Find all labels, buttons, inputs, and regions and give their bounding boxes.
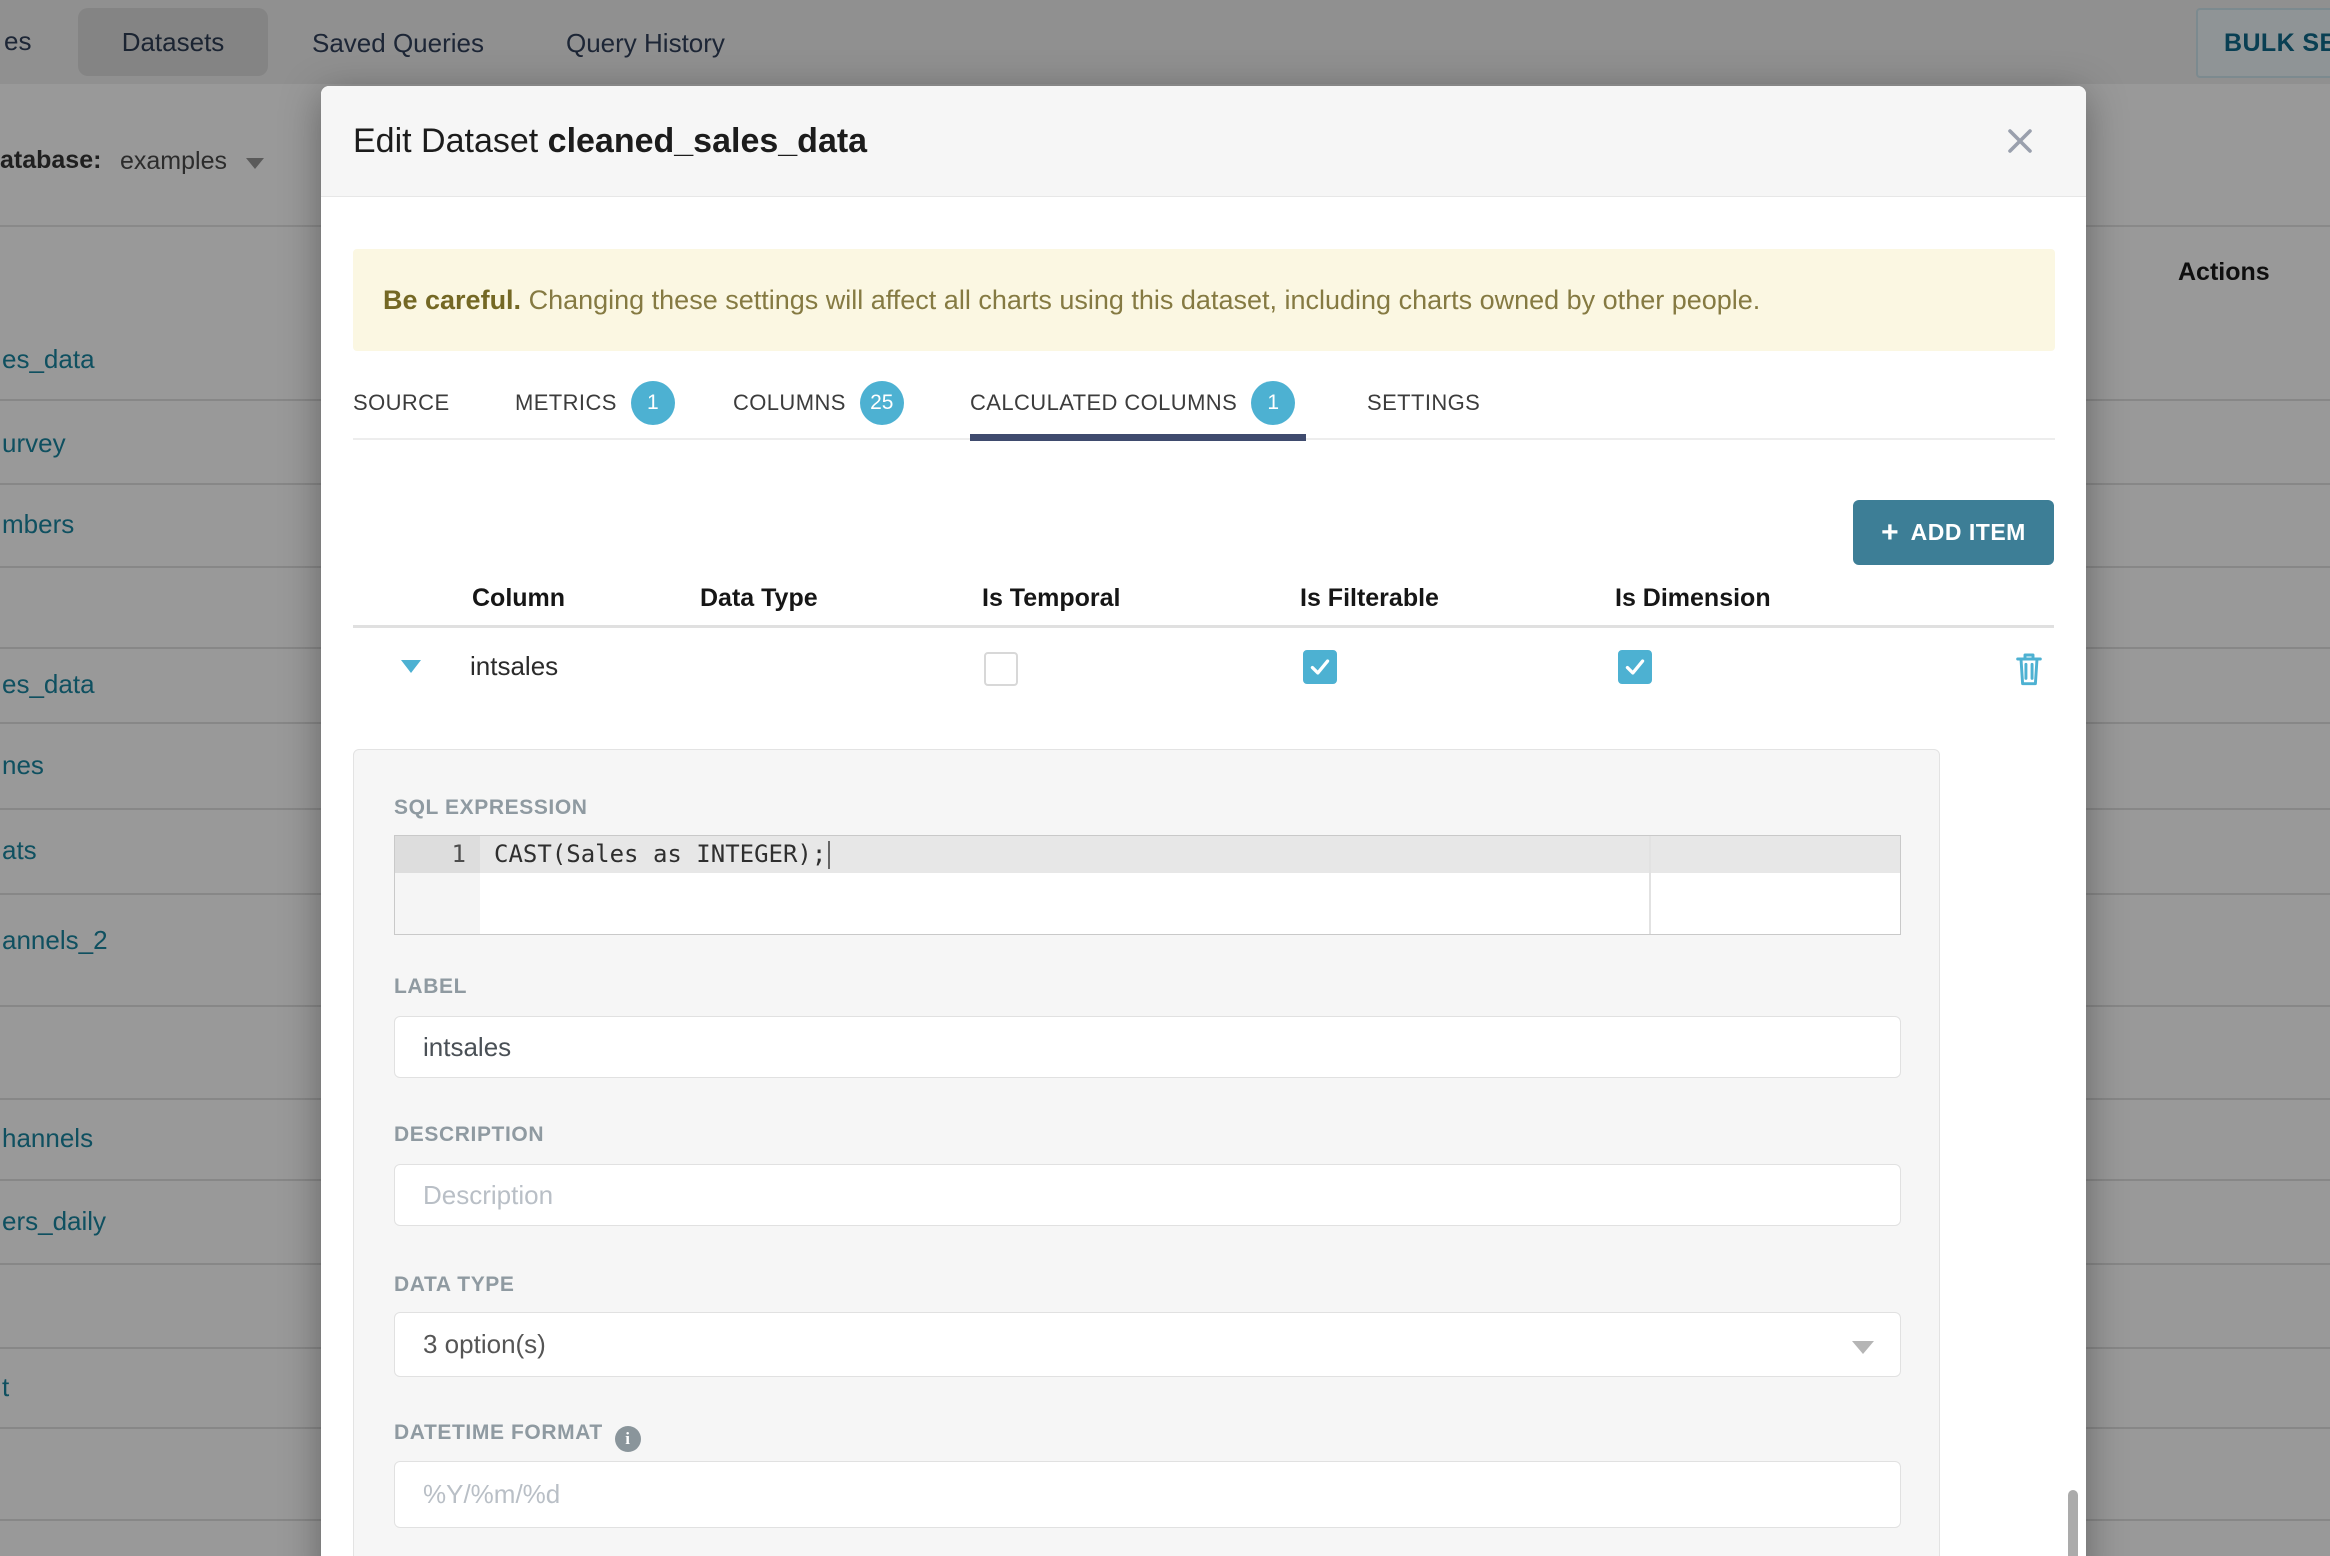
modal-scrollbar-thumb[interactable]	[2068, 1490, 2078, 1556]
check-icon	[1310, 659, 1330, 675]
sql-code: CAST(Sales as INTEGER);	[494, 836, 831, 873]
plus-icon: +	[1881, 515, 1899, 549]
sql-expression-label: SQL EXPRESSION	[394, 796, 588, 819]
calculated-column-detail-panel: SQL EXPRESSION 1 CAST(Sales as INTEGER);…	[353, 749, 1940, 1556]
tab-source[interactable]: SOURCE	[353, 378, 450, 428]
header-data-type: Data Type	[700, 584, 818, 612]
column-name-cell: intsales	[470, 651, 559, 681]
editor-print-margin	[1649, 836, 1651, 934]
header-column: Column	[472, 584, 566, 612]
close-button[interactable]	[1998, 119, 2042, 163]
label-field-label: LABEL	[394, 975, 467, 998]
row-expander-caret-icon[interactable]	[401, 660, 421, 673]
calculated-columns-count-badge: 1	[1251, 381, 1296, 425]
table-header-divider	[353, 625, 2054, 628]
text-cursor	[828, 841, 831, 869]
editor-line-number: 1	[451, 840, 466, 868]
info-icon[interactable]: i	[614, 1426, 641, 1452]
header-is-filterable: Is Filterable	[1300, 584, 1439, 612]
sql-expression-editor[interactable]: 1 CAST(Sales as INTEGER);	[394, 835, 1901, 935]
chevron-down-icon	[1852, 1341, 1874, 1354]
description-field-label: DESCRIPTION	[394, 1123, 545, 1146]
data-type-select[interactable]: 3 option(s)	[394, 1312, 1901, 1377]
is-dimension-checkbox[interactable]	[1618, 650, 1652, 684]
description-input[interactable]	[394, 1164, 1901, 1226]
is-filterable-checkbox[interactable]	[1303, 650, 1337, 684]
header-is-temporal: Is Temporal	[982, 584, 1121, 612]
is-temporal-checkbox[interactable]	[984, 652, 1018, 686]
tab-metrics[interactable]: METRICS 1	[515, 378, 675, 428]
tab-settings[interactable]: SETTINGS	[1367, 378, 1480, 428]
warning-text: Be careful. Changing these settings will…	[383, 284, 1761, 315]
edit-dataset-modal: Edit Dataset cleaned_sales_data Be caref…	[321, 86, 2086, 1556]
check-icon	[1625, 659, 1645, 675]
metrics-count-badge: 1	[630, 381, 675, 425]
warning-banner: Be careful. Changing these settings will…	[353, 249, 2055, 351]
label-input[interactable]	[394, 1016, 1901, 1078]
modal-title: Edit Dataset cleaned_sales_data	[353, 122, 867, 161]
data-type-field-label: DATA TYPE	[394, 1273, 515, 1296]
add-item-button[interactable]: + ADD ITEM	[1853, 500, 2054, 565]
header-is-dimension: Is Dimension	[1615, 584, 1771, 612]
columns-count-badge: 25	[859, 381, 904, 425]
tab-calculated-columns[interactable]: CALCULATED COLUMNS 1	[970, 378, 1296, 428]
delete-row-button[interactable]	[2013, 650, 2045, 688]
active-tab-indicator	[970, 434, 1306, 441]
modal-title-dataset-name: cleaned_sales_data	[547, 122, 868, 160]
trash-icon	[2016, 653, 2042, 686]
datasets-page: es Datasets Saved Queries Query History …	[0, 0, 2330, 1556]
modal-title-prefix: Edit Dataset	[353, 122, 548, 160]
close-icon	[2008, 129, 2032, 153]
datetime-format-field-label: DATETIME FORMAT i	[394, 1421, 641, 1452]
tab-columns[interactable]: COLUMNS 25	[733, 378, 904, 428]
datetime-format-input[interactable]	[394, 1461, 1901, 1528]
